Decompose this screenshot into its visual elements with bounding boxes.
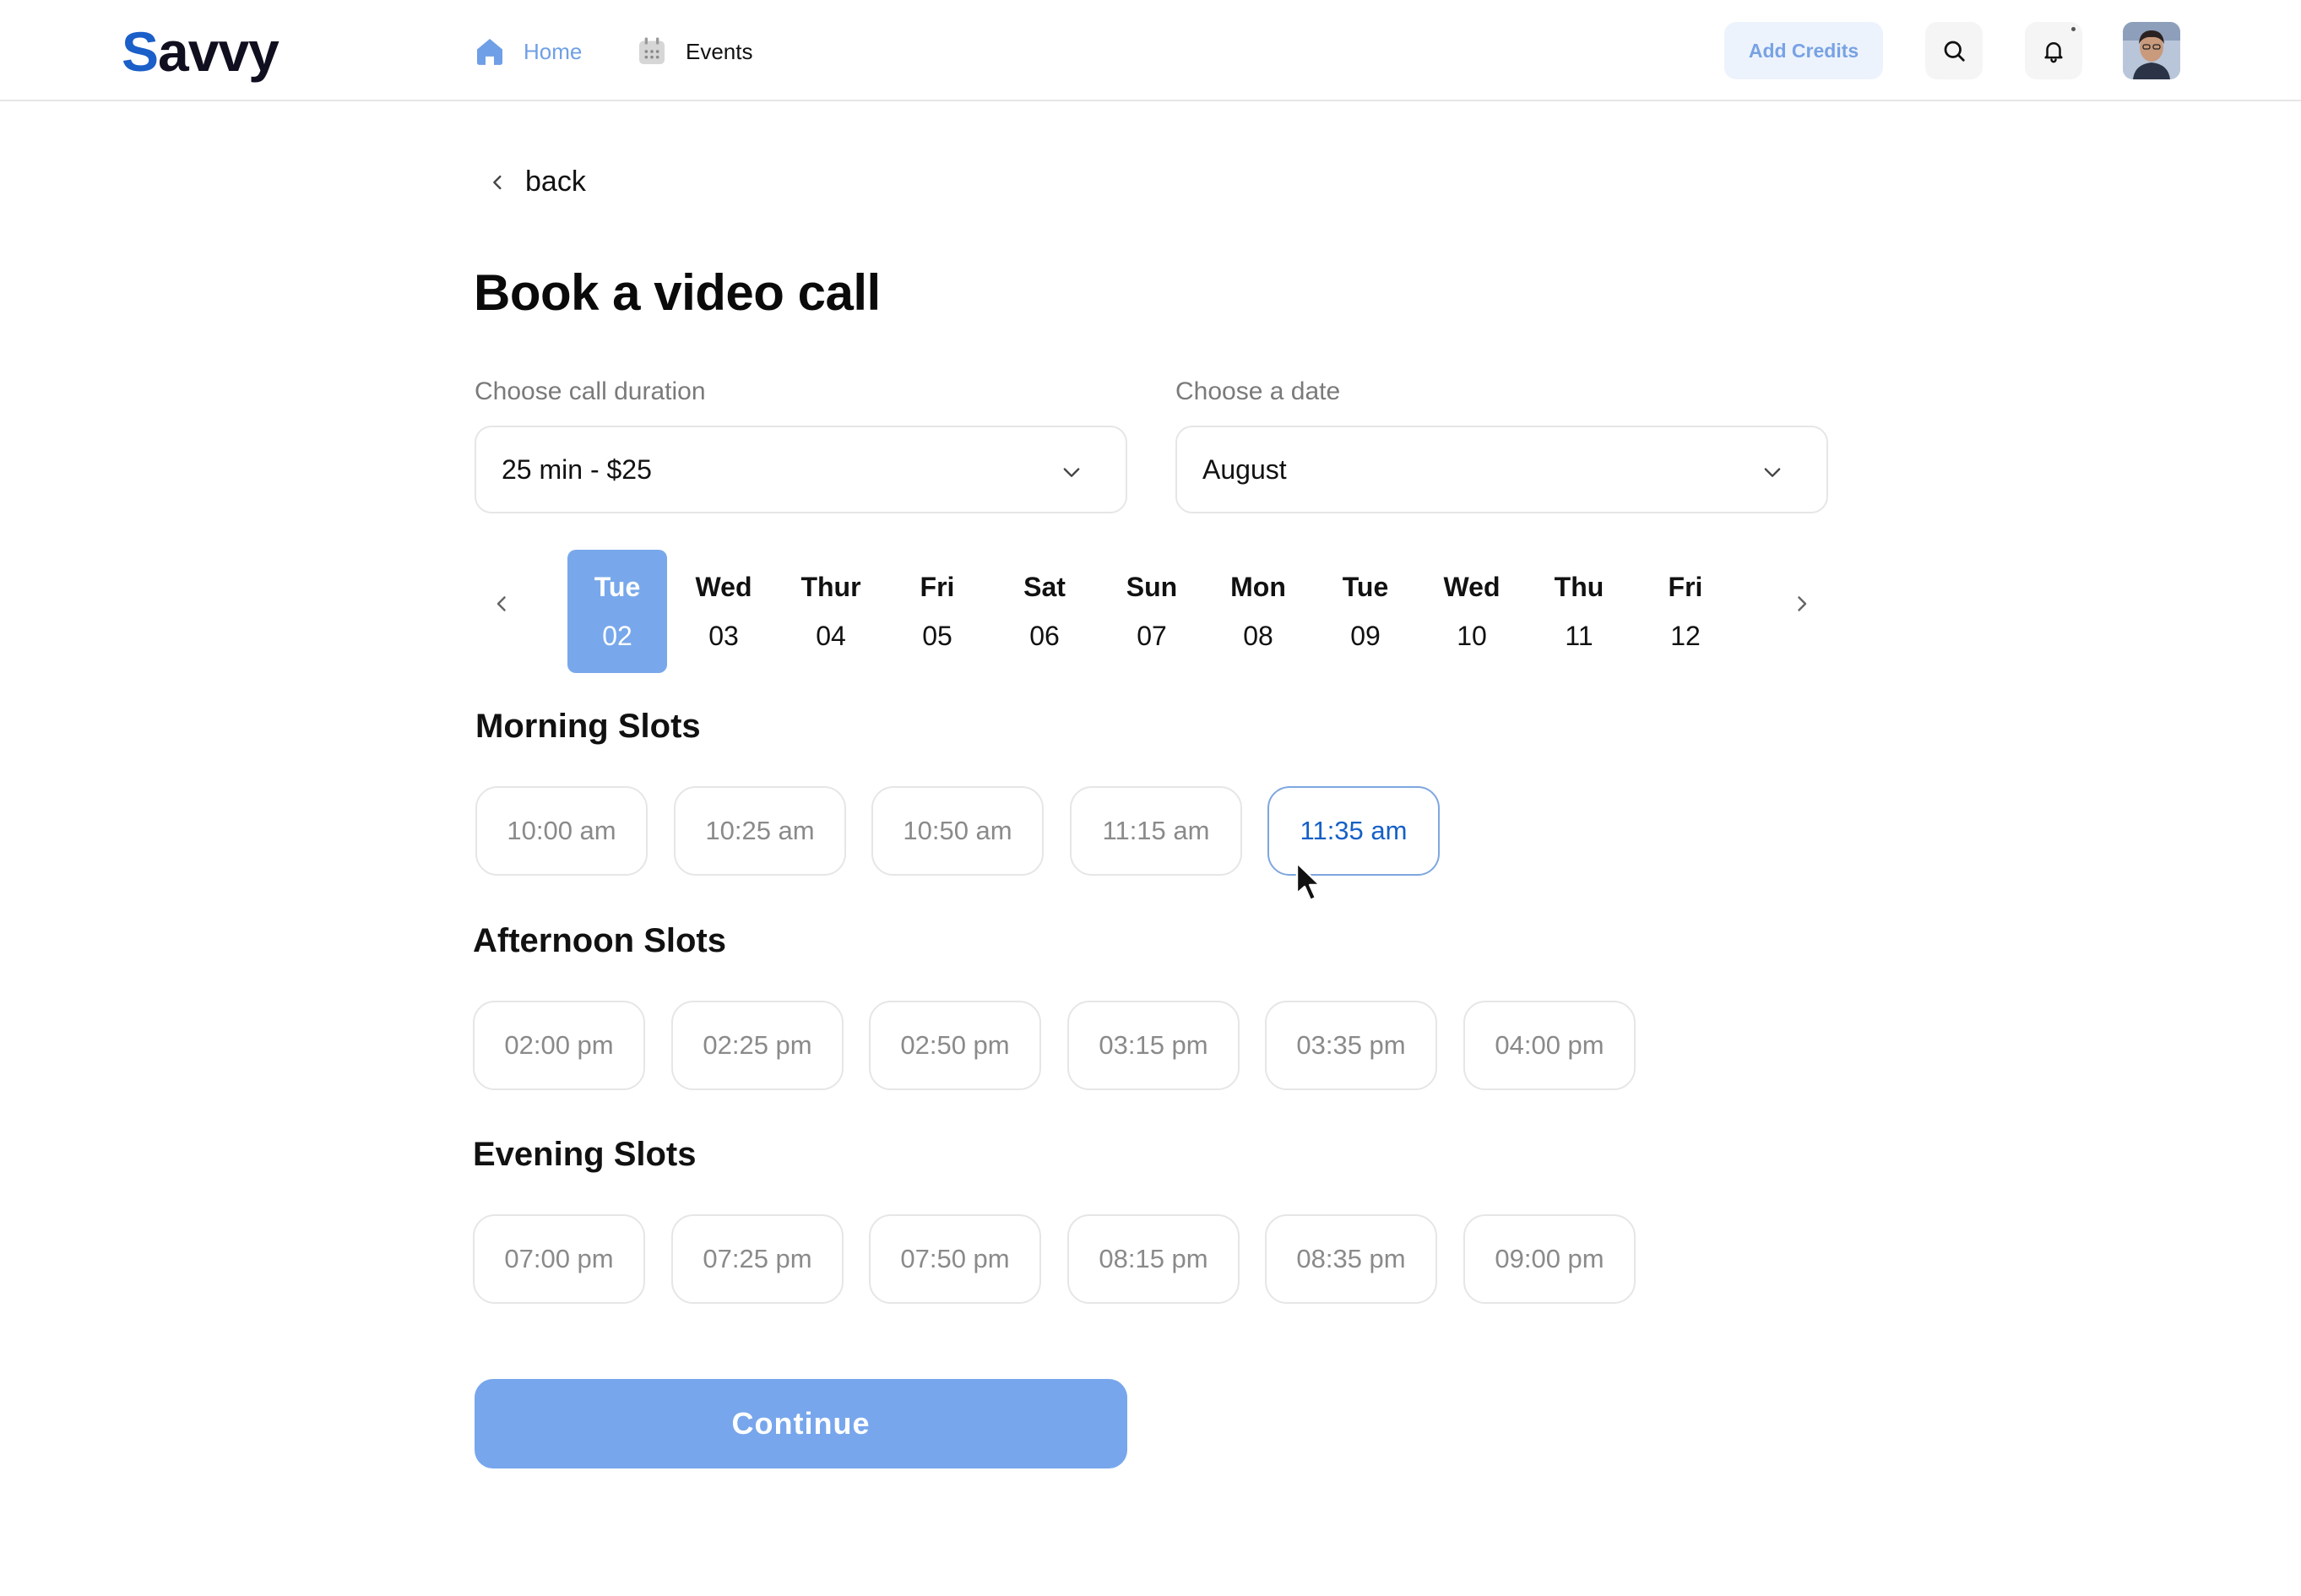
chevron-down-icon <box>1761 459 1784 483</box>
slot-afternoon-5[interactable]: 03:35 pm <box>1265 1001 1437 1090</box>
slot-evening-2[interactable]: 07:25 pm <box>671 1214 844 1304</box>
day-thu-11[interactable]: Thu 11 <box>1529 550 1629 673</box>
back-label: back <box>525 166 586 198</box>
evening-slots-title: Evening Slots <box>473 1136 697 1173</box>
slot-afternoon-6[interactable]: 04:00 pm <box>1463 1001 1636 1090</box>
top-nav-bar: Savvy Home Events Add Credits <box>0 0 2301 101</box>
chevron-left-icon <box>490 591 515 616</box>
date-select[interactable]: August <box>1175 426 1828 513</box>
prev-days-button[interactable] <box>490 591 515 616</box>
day-fri-05[interactable]: Fri 05 <box>887 550 987 673</box>
slot-morning-1[interactable]: 10:00 am <box>475 786 648 876</box>
nav-home-label: Home <box>524 38 583 64</box>
slot-evening-5[interactable]: 08:35 pm <box>1265 1214 1437 1304</box>
afternoon-slots-title: Afternoon Slots <box>473 922 726 959</box>
date-value: August <box>1202 453 1287 485</box>
slot-morning-2[interactable]: 10:25 am <box>674 786 846 876</box>
slot-morning-3[interactable]: 10:50 am <box>871 786 1044 876</box>
day-wed-10[interactable]: Wed 10 <box>1422 550 1522 673</box>
home-icon <box>473 35 507 68</box>
notifications-button[interactable] <box>2025 22 2082 79</box>
duration-value: 25 min - $25 <box>502 453 652 485</box>
avatar[interactable] <box>2123 22 2180 79</box>
chevron-down-icon <box>1060 459 1083 483</box>
duration-label: Choose call duration <box>475 377 706 405</box>
slot-afternoon-2[interactable]: 02:25 pm <box>671 1001 844 1090</box>
day-sun-07[interactable]: Sun 07 <box>1102 550 1202 673</box>
savvy-logo[interactable]: Savvy <box>122 24 279 79</box>
chevron-left-icon <box>486 171 510 194</box>
add-credits-button[interactable]: Add Credits <box>1724 22 1883 79</box>
day-thur-04[interactable]: Thur 04 <box>781 550 881 673</box>
back-link[interactable]: back <box>486 166 586 198</box>
continue-button[interactable]: Continue <box>475 1379 1127 1468</box>
day-fri-12[interactable]: Fri 12 <box>1636 550 1735 673</box>
mouse-cursor-icon <box>1295 861 1326 904</box>
day-tue-02[interactable]: Tue 02 <box>567 550 667 673</box>
search-button[interactable] <box>1925 22 1983 79</box>
day-tue-09[interactable]: Tue 09 <box>1316 550 1415 673</box>
morning-slots-title: Morning Slots <box>475 708 701 745</box>
duration-select[interactable]: 25 min - $25 <box>475 426 1127 513</box>
day-wed-03[interactable]: Wed 03 <box>674 550 773 673</box>
slot-evening-4[interactable]: 08:15 pm <box>1067 1214 1240 1304</box>
slot-evening-6[interactable]: 09:00 pm <box>1463 1214 1636 1304</box>
day-sat-06[interactable]: Sat 06 <box>995 550 1094 673</box>
search-icon <box>1941 38 1967 63</box>
bell-icon <box>2041 38 2066 63</box>
slot-afternoon-3[interactable]: 02:50 pm <box>869 1001 1041 1090</box>
calendar-icon <box>635 35 669 68</box>
slot-evening-1[interactable]: 07:00 pm <box>473 1214 645 1304</box>
slot-evening-3[interactable]: 07:50 pm <box>869 1214 1041 1304</box>
page-title: Book a video call <box>474 264 881 321</box>
nav-events-label: Events <box>686 38 753 64</box>
next-days-button[interactable] <box>1788 591 1814 616</box>
slot-afternoon-1[interactable]: 02:00 pm <box>473 1001 645 1090</box>
notification-dot <box>2071 27 2076 31</box>
slot-morning-5-selected[interactable]: 11:35 am <box>1267 786 1440 876</box>
day-mon-08[interactable]: Mon 08 <box>1208 550 1308 673</box>
nav-home[interactable]: Home <box>473 30 582 73</box>
slot-afternoon-4[interactable]: 03:15 pm <box>1067 1001 1240 1090</box>
date-label: Choose a date <box>1175 377 1341 405</box>
slot-morning-4[interactable]: 11:15 am <box>1070 786 1242 876</box>
nav-events[interactable]: Events <box>635 30 753 73</box>
chevron-right-icon <box>1788 591 1814 616</box>
